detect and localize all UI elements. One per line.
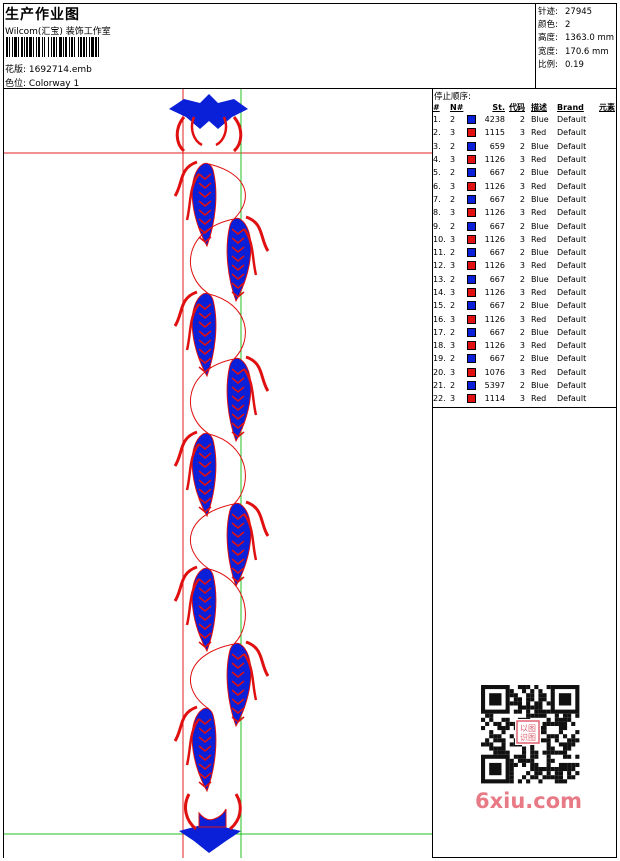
table-row: 4. 3 1126 3 Red Default xyxy=(433,155,587,165)
table-row: 18. 3 1126 3 Red Default xyxy=(433,341,587,351)
design-file: 花版: 1692714.emb xyxy=(5,65,92,75)
header-divider xyxy=(535,4,536,88)
table-header-row: # N# St. 代码 描述 Brand 元素 xyxy=(433,102,615,112)
stat-colors: 颜色: 2 xyxy=(538,20,571,31)
stats-panel: 针迹: 27945 颜色: 2 高度: 1363.0 mm 宽度: 170.6 mm 比… xyxy=(538,6,614,72)
table-row: 8. 3 1126 3 Red Default xyxy=(433,208,587,218)
table-row: 15. 2 667 2 Blue Default xyxy=(433,301,587,311)
color-swatch xyxy=(467,327,476,337)
table-row: 19. 2 667 2 Blue Default xyxy=(433,354,587,364)
stat-stitches: 针迹: 27945 xyxy=(538,7,593,17)
table-row: 2. 3 1115 3 Red Default xyxy=(433,128,587,138)
color-swatch xyxy=(467,181,476,191)
stat-height: 高度: 1363.0 mm xyxy=(538,33,615,44)
design-file-name: 1692714.emb xyxy=(28,65,92,75)
table-row: 22. 3 1114 3 Red Default xyxy=(433,394,587,404)
color-swatch xyxy=(467,141,476,151)
color-swatch xyxy=(467,314,476,324)
table-row: 14. 3 1126 3 Red Default xyxy=(433,288,587,297)
stat-scale: 比例: 0.19 xyxy=(538,59,584,70)
color-swatch xyxy=(467,248,476,258)
color-swatch xyxy=(467,194,476,204)
table-row: 3. 2 659 2 Blue Default xyxy=(433,141,587,151)
color-swatch xyxy=(467,394,476,404)
barcode-image xyxy=(6,37,99,57)
company-name: Wilcom(汇宝) 装饰工作室 xyxy=(5,27,111,37)
table-row: 9. 2 667 2 Blue Default xyxy=(433,221,587,231)
color-swatch xyxy=(467,301,476,311)
page-title: 生产作业图 xyxy=(5,7,80,23)
stat-width: 宽度: 170.6 mm xyxy=(538,46,609,57)
stop-sequence-table: # N# St. 代码 描述 Brand 元素 1. 2 4238 2 Blue Defa… xyxy=(433,101,615,406)
design-preview xyxy=(4,89,432,858)
color-swatch xyxy=(467,115,476,125)
color-swatch xyxy=(467,128,476,138)
table-bottom-rule xyxy=(432,407,616,408)
table-row: 5. 2 667 2 Blue Default xyxy=(433,168,587,178)
watermark-logo: 6xiu.com xyxy=(475,789,583,813)
svg-text:识图: 识图 xyxy=(520,733,536,742)
color-swatch xyxy=(467,234,476,244)
table-row: 16. 3 1126 3 Red Default xyxy=(433,314,587,324)
table-row: 20. 3 1076 3 Red Default xyxy=(433,367,587,377)
color-swatch xyxy=(467,274,476,284)
table-row: 21. 2 5397 2 Blue Default xyxy=(433,381,587,391)
color-swatch xyxy=(467,208,476,218)
color-swatch xyxy=(467,381,476,391)
color-swatch xyxy=(467,341,476,351)
table-row: 11. 2 667 2 Blue Default xyxy=(433,248,587,258)
table-row: 17. 2 667 2 Blue Default xyxy=(433,327,587,337)
table-row: 7. 2 667 2 Blue Default xyxy=(433,194,587,204)
color-swatch xyxy=(467,261,476,271)
color-swatch xyxy=(467,155,476,165)
svg-text:以图: 以图 xyxy=(520,724,536,733)
color-swatch xyxy=(467,168,476,178)
color-swatch xyxy=(467,288,476,297)
table-row: 1. 2 4238 2 Blue Default xyxy=(433,115,587,125)
table-row: 12. 3 1126 3 Red Default xyxy=(433,261,587,271)
color-swatch xyxy=(467,367,476,377)
qr-code: 以图识图 xyxy=(471,681,584,787)
table-row: 6. 3 1126 3 Red Default xyxy=(433,181,587,191)
table-row: 13. 2 667 2 Blue Default xyxy=(433,274,587,284)
color-swatch xyxy=(467,354,476,364)
color-swatch xyxy=(467,221,476,231)
table-row: 10. 3 1126 3 Red Default xyxy=(433,234,587,244)
